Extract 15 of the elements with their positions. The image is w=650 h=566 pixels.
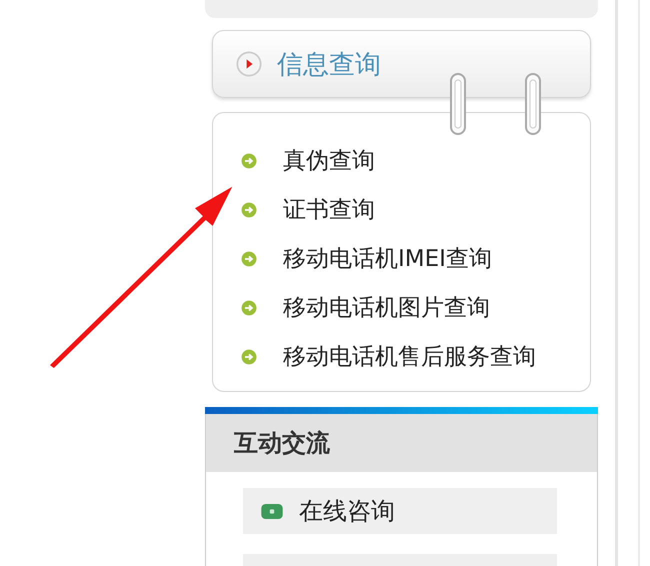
chat-icon	[261, 504, 283, 518]
query-link[interactable]: 真伪查询	[241, 146, 590, 176]
query-link[interactable]: 移动电话机图片查询	[241, 293, 590, 323]
arrow-bullet-icon	[241, 251, 257, 267]
arrow-bullet-icon	[241, 202, 257, 218]
panel-title: 信息查询	[277, 48, 381, 82]
query-link[interactable]: 移动电话机IMEI查询	[241, 244, 590, 274]
arrow-bullet-icon	[241, 153, 257, 169]
query-link[interactable]: 移动电话机售后服务查询	[241, 342, 590, 372]
arrow-bullet-icon	[241, 349, 257, 365]
consult-link[interactable]: 在线咨询	[243, 488, 557, 534]
play-icon	[235, 50, 263, 78]
section-title: 互动交流	[234, 428, 330, 459]
query-link[interactable]: 证书查询	[241, 195, 590, 225]
arrow-bullet-icon	[241, 300, 257, 316]
